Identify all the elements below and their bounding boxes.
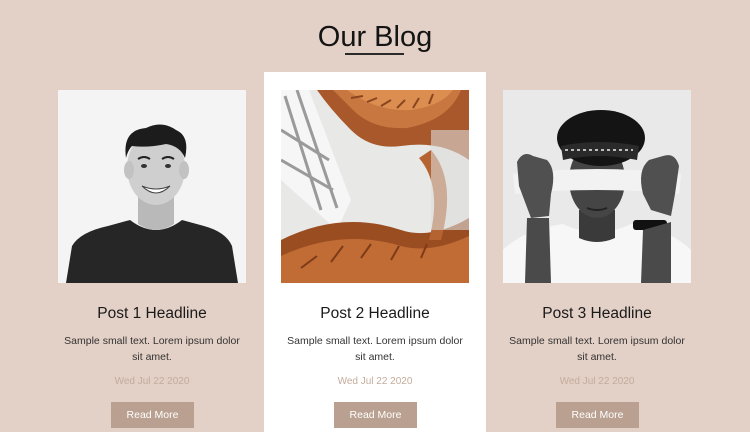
post-2-headline[interactable]: Post 2 Headline bbox=[264, 305, 486, 323]
post-3-excerpt: Sample small text. Lorem ipsum dolor sit… bbox=[509, 335, 685, 363]
title-divider bbox=[345, 53, 404, 55]
post-3-read-more-button[interactable]: Read More bbox=[556, 402, 639, 428]
blog-card-2: Post 2 Headline Sample small text. Lorem… bbox=[264, 72, 486, 432]
post-2-excerpt: Sample small text. Lorem ipsum dolor sit… bbox=[287, 335, 463, 363]
post-3-image[interactable] bbox=[503, 90, 691, 283]
post-1-image[interactable] bbox=[58, 90, 246, 283]
post-1-headline[interactable]: Post 1 Headline bbox=[41, 305, 263, 323]
page-title: Our Blog bbox=[317, 21, 433, 54]
blog-card-3: Post 3 Headline Sample small text. Lorem… bbox=[486, 72, 708, 432]
post-2-image[interactable] bbox=[281, 90, 469, 283]
post-1-read-more-button[interactable]: Read More bbox=[111, 402, 194, 428]
post-2-read-more-button[interactable]: Read More bbox=[334, 402, 417, 428]
blog-card-1: Post 1 Headline Sample small text. Lorem… bbox=[41, 72, 263, 432]
post-1-excerpt: Sample small text. Lorem ipsum dolor sit… bbox=[64, 335, 240, 363]
post-3-date: Wed Jul 22 2020 bbox=[559, 376, 635, 387]
post-2-date: Wed Jul 22 2020 bbox=[337, 376, 413, 387]
post-3-headline[interactable]: Post 3 Headline bbox=[486, 305, 708, 323]
post-1-date: Wed Jul 22 2020 bbox=[114, 376, 190, 387]
